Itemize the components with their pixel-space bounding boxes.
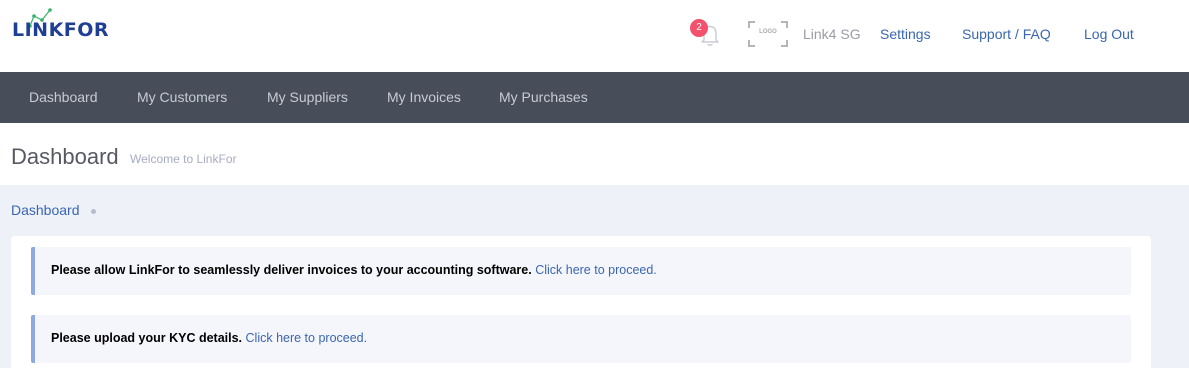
nav-item-my-customers[interactable]: My Customers — [137, 89, 227, 105]
logo-text: LINKFOR — [12, 19, 110, 41]
top-header: LINKFOR 2 LOGO Link4 SG Settings Support… — [0, 0, 1189, 72]
settings-link[interactable]: Settings — [880, 26, 931, 42]
kyc-upload-alert: Please upload your KYC details. Click he… — [31, 315, 1131, 363]
accounting-software-alert: Please allow LinkFor to seamlessly deliv… — [31, 247, 1131, 295]
breadcrumb-dashboard[interactable]: Dashboard — [11, 202, 80, 218]
company-name: Link4 SG — [803, 26, 861, 42]
support-faq-link[interactable]: Support / FAQ — [962, 26, 1051, 42]
accounting-proceed-link[interactable]: Click here to proceed. — [535, 263, 657, 277]
company-logo-text: LOGO — [759, 29, 777, 35]
nav-item-my-suppliers[interactable]: My Suppliers — [267, 89, 348, 105]
page-title: Dashboard — [11, 144, 119, 169]
main-navbar: Dashboard My Customers My Suppliers My I… — [0, 72, 1189, 123]
page-title-bar: Dashboard Welcome to LinkFor — [0, 123, 1189, 185]
nav-item-my-invoices[interactable]: My Invoices — [387, 89, 461, 105]
page-subtitle: Welcome to LinkFor — [130, 152, 237, 166]
linkfor-logo[interactable]: LINKFOR — [12, 8, 122, 48]
alert-message: Please upload your KYC details. — [51, 331, 246, 345]
logout-link[interactable]: Log Out — [1084, 26, 1134, 42]
notification-count-badge: 2 — [690, 19, 708, 37]
company-logo-placeholder[interactable]: LOGO — [748, 21, 788, 47]
nav-item-dashboard[interactable]: Dashboard — [29, 89, 98, 105]
alert-message: Please allow LinkFor to seamlessly deliv… — [51, 263, 536, 277]
kyc-proceed-link[interactable]: Click here to proceed. — [246, 331, 368, 345]
breadcrumb-separator — [91, 209, 96, 214]
nav-item-my-purchases[interactable]: My Purchases — [499, 89, 588, 105]
